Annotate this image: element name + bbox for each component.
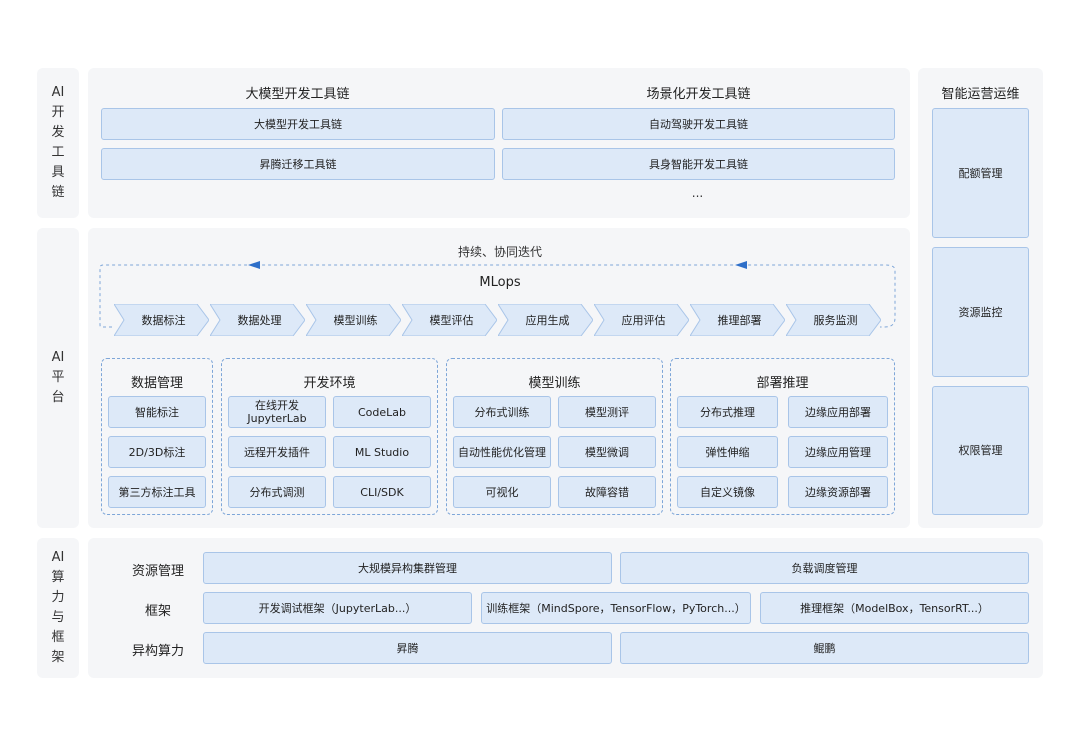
kunpeng-box[interactable]: 鲲鹏 [620,632,1029,664]
heterogeneous-compute-label: 异构算力 [132,644,185,659]
scenario-toolchain-title: 场景化开发工具链 [646,87,751,102]
distributed-debug-box[interactable]: 分布式调测 [228,476,326,508]
step-app-generation[interactable]: 应用生成 [498,304,593,336]
step-data-processing[interactable]: 数据处理 [210,304,305,336]
framework-label: 框架 [145,604,172,619]
autodrive-toolchain-box[interactable]: 自动驾驶开发工具链 [502,108,895,140]
step-label: 数据处理 [237,314,282,327]
resource-management-label: 资源管理 [132,564,185,579]
ops-title: 智能运营运维 [941,87,1020,102]
compute-side-label: AI 算 力 与 框 架 [51,550,65,665]
step-model-training[interactable]: 模型训练 [306,304,401,336]
step-data-labeling[interactable]: 数据标注 [114,304,209,336]
cluster-management-box[interactable]: 大规模异构集群管理 [203,552,612,584]
step-model-evaluation[interactable]: 模型评估 [402,304,497,336]
2d3d-labeling-box[interactable]: 2D/3D标注 [108,436,206,468]
visualization-box[interactable]: 可视化 [453,476,551,508]
platform-side-label: AI 平 台 [51,350,65,405]
data-management-title: 数据管理 [130,376,183,391]
loop-arrow-right [735,261,747,269]
step-service-monitor[interactable]: 服务监测 [786,304,881,336]
step-label: 模型训练 [333,314,378,327]
quota-management-box[interactable]: 配额管理 [932,108,1029,238]
edge-resource-deploy-box[interactable]: 边缘资源部署 [788,476,888,508]
deploy-inference-title: 部署推理 [756,376,809,391]
custom-image-box[interactable]: 自定义镜像 [677,476,778,508]
model-finetune-box[interactable]: 模型微调 [558,436,656,468]
mlops-title: MLops [479,275,521,290]
smart-labeling-box[interactable]: 智能标注 [108,396,206,428]
ascend-box[interactable]: 昇腾 [203,632,612,664]
cli-sdk-box[interactable]: CLI/SDK [333,476,431,508]
resource-monitor-box[interactable]: 资源监控 [932,247,1029,377]
edge-app-deploy-box[interactable]: 边缘应用部署 [788,396,888,428]
ascend-migration-box[interactable]: 昇腾迁移工具链 [101,148,495,180]
online-dev-jupyterlab-box[interactable]: 在线开发 JupyterLab [228,396,326,428]
ml-studio-box[interactable]: ML Studio [333,436,431,468]
embodied-ai-box[interactable]: 具身智能开发工具链 [502,148,895,180]
distributed-training-box[interactable]: 分布式训练 [453,396,551,428]
model-training-title: 模型训练 [528,376,581,391]
step-app-evaluation[interactable]: 应用评估 [594,304,689,336]
remote-dev-plugin-box[interactable]: 远程开发插件 [228,436,326,468]
codelab-box[interactable]: CodeLab [333,396,431,428]
elastic-scaling-box[interactable]: 弹性伸缩 [677,436,778,468]
auto-perf-optimization-box[interactable]: 自动性能优化管理 [453,436,551,468]
step-label: 应用生成 [525,314,570,327]
load-scheduling-box[interactable]: 负载调度管理 [620,552,1029,584]
inference-framework-box[interactable]: 推理框架（ModelBox，TensorRT...） [760,592,1029,624]
toolchain-ellipsis: ... [691,186,704,200]
model-assessment-box[interactable]: 模型测评 [558,396,656,428]
permission-management-box[interactable]: 权限管理 [932,386,1029,515]
llm-toolchain-title: 大模型开发工具链 [245,87,350,102]
edge-app-manage-box[interactable]: 边缘应用管理 [788,436,888,468]
third-party-labeling-box[interactable]: 第三方标注工具 [108,476,206,508]
loop-arrow-left [248,261,260,269]
toolchain-side-label: AI 开 发 工 具 链 [51,85,65,200]
step-label: 推理部署 [717,314,762,327]
step-label: 服务监测 [813,314,858,327]
step-label: 模型评估 [429,314,474,327]
step-inference-deploy[interactable]: 推理部署 [690,304,785,336]
dev-debug-framework-box[interactable]: 开发调试框架（JupyterLab...） [203,592,472,624]
distributed-inference-box[interactable]: 分布式推理 [677,396,778,428]
training-framework-box[interactable]: 训练框架（MindSpore，TensorFlow，PyTorch...） [481,592,751,624]
step-label: 数据标注 [141,314,186,327]
dev-environment-title: 开发环境 [303,376,356,391]
step-label: 应用评估 [621,314,666,327]
llm-toolchain-box[interactable]: 大模型开发工具链 [101,108,495,140]
fault-tolerance-box[interactable]: 故障容错 [558,476,656,508]
